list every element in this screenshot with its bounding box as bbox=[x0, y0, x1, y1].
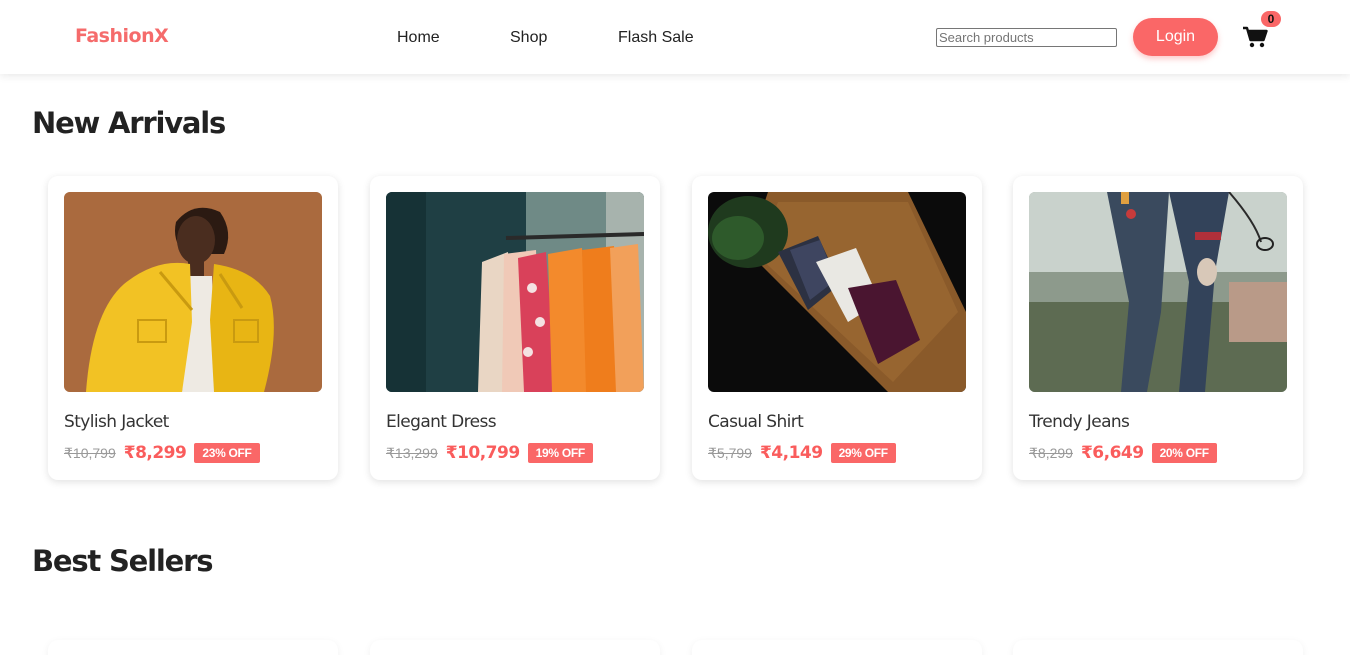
product-name[interactable]: Trendy Jeans bbox=[1029, 412, 1130, 432]
search-input[interactable] bbox=[936, 28, 1117, 47]
product-card-elegant-dress[interactable]: Elegant Dress ₹13,299 ₹10,799 19% OFF bbox=[370, 176, 660, 480]
price-row: ₹8,299 ₹6,649 20% OFF bbox=[1029, 442, 1217, 464]
discount-badge: 19% OFF bbox=[527, 443, 593, 463]
discount-badge: 23% OFF bbox=[194, 443, 260, 463]
nav-link-home[interactable]: Home bbox=[397, 29, 440, 47]
price-row: ₹13,299 ₹10,799 19% OFF bbox=[386, 442, 593, 464]
original-price: ₹8,299 bbox=[1029, 444, 1073, 461]
shopping-cart-icon[interactable] bbox=[1242, 26, 1268, 48]
product-card-casual-shirt[interactable]: Casual Shirt ₹5,799 ₹4,149 29% OFF bbox=[692, 176, 982, 480]
product-name[interactable]: Stylish Jacket bbox=[64, 412, 169, 432]
price-row: ₹10,799 ₹8,299 23% OFF bbox=[64, 442, 260, 464]
navbar: FashionX Home Shop Flash Sale Login 0 bbox=[0, 0, 1350, 74]
nav-link-flash-sale[interactable]: Flash Sale bbox=[618, 29, 694, 47]
discount-badge: 29% OFF bbox=[830, 443, 896, 463]
cart-count-badge: 0 bbox=[1261, 11, 1281, 27]
product-card-trendy-jeans[interactable]: Trendy Jeans ₹8,299 ₹6,649 20% OFF bbox=[1013, 176, 1303, 480]
product-image-shirt[interactable] bbox=[708, 192, 966, 392]
product-image-jacket[interactable] bbox=[64, 192, 322, 392]
sale-price: ₹6,649 bbox=[1080, 443, 1144, 463]
product-card-placeholder[interactable] bbox=[1013, 640, 1303, 655]
original-price: ₹13,299 bbox=[386, 444, 438, 461]
price-row: ₹5,799 ₹4,149 29% OFF bbox=[708, 442, 896, 464]
sale-price: ₹8,299 bbox=[123, 443, 187, 463]
product-image-jeans[interactable] bbox=[1029, 192, 1287, 392]
product-card-stylish-jacket[interactable]: Stylish Jacket ₹10,799 ₹8,299 23% OFF bbox=[48, 176, 338, 480]
new-arrivals-heading: New Arrivals bbox=[32, 106, 226, 140]
sale-price: ₹4,149 bbox=[759, 443, 823, 463]
discount-badge: 20% OFF bbox=[1151, 443, 1217, 463]
best-sellers-heading: Best Sellers bbox=[32, 544, 213, 578]
nav-link-shop[interactable]: Shop bbox=[510, 29, 547, 47]
original-price: ₹10,799 bbox=[64, 444, 116, 461]
product-card-placeholder[interactable] bbox=[48, 640, 338, 655]
login-button[interactable]: Login bbox=[1133, 18, 1218, 56]
product-image-dress[interactable] bbox=[386, 192, 644, 392]
product-card-placeholder[interactable] bbox=[692, 640, 982, 655]
product-name[interactable]: Casual Shirt bbox=[708, 412, 804, 432]
product-name[interactable]: Elegant Dress bbox=[386, 412, 497, 432]
product-card-placeholder[interactable] bbox=[370, 640, 660, 655]
logo[interactable]: FashionX bbox=[75, 25, 169, 47]
sale-price: ₹10,799 bbox=[445, 443, 520, 463]
original-price: ₹5,799 bbox=[708, 444, 752, 461]
